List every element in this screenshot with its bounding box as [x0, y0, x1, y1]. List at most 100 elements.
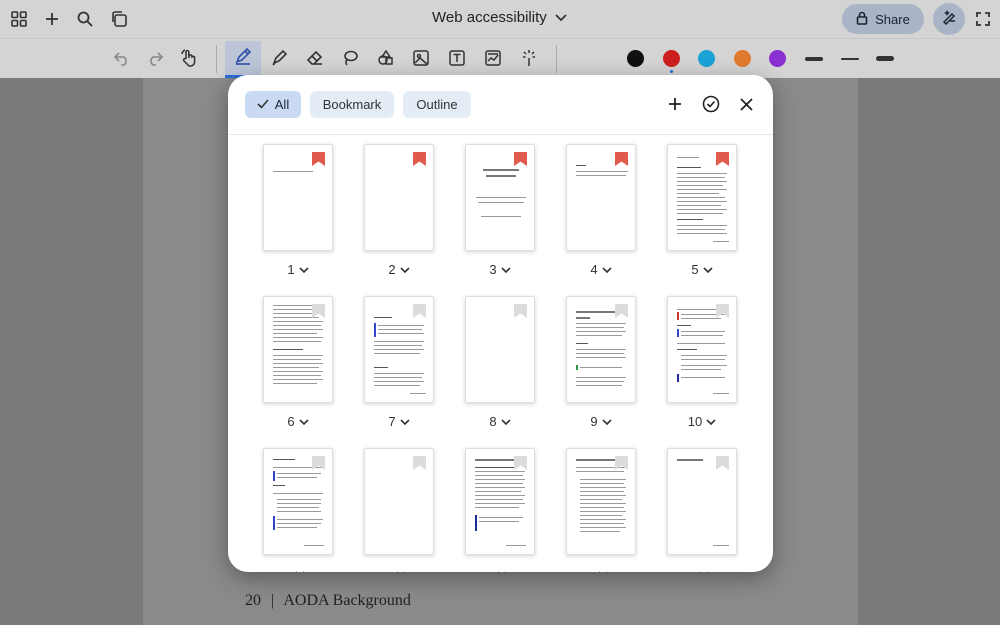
lasso-icon[interactable]	[339, 47, 361, 69]
stroke-width-thick[interactable]	[805, 57, 823, 61]
bookmark-icon[interactable]	[514, 304, 527, 318]
thumbnail-text-line	[576, 311, 616, 313]
page-number-dropdown[interactable]	[364, 566, 434, 572]
toolbar-divider	[216, 45, 217, 73]
page-number-dropdown[interactable]	[667, 566, 737, 572]
page-number-dropdown[interactable]: 5	[667, 262, 737, 277]
highlighter-icon[interactable]	[268, 47, 290, 69]
thumbnail-text-line	[681, 318, 721, 319]
ai-pen-button[interactable]	[933, 3, 965, 35]
page-thumbnail[interactable]	[566, 296, 636, 403]
page-number-dropdown[interactable]: 3	[465, 262, 535, 277]
bookmark-icon[interactable]	[312, 304, 325, 318]
thumbnail-text-line	[580, 515, 622, 516]
bookmark-icon[interactable]	[312, 456, 325, 470]
thumbnail-text-line	[576, 459, 616, 461]
bookmark-icon[interactable]	[514, 456, 527, 470]
color-swatch-black[interactable]	[627, 50, 644, 67]
page-thumbnail[interactable]	[364, 448, 434, 555]
page-number-dropdown[interactable]: 8	[465, 414, 535, 429]
bookmark-icon[interactable]	[716, 304, 729, 318]
share-button[interactable]: Share	[842, 4, 924, 34]
bookmark-icon[interactable]	[514, 152, 527, 166]
touch-icon[interactable]	[178, 47, 200, 69]
document-title-dropdown[interactable]: Web accessibility	[432, 9, 567, 26]
filter-bookmark-chip[interactable]: Bookmark	[310, 91, 394, 118]
bookmark-icon[interactable]	[312, 152, 325, 166]
bookmark-icon[interactable]	[413, 152, 426, 166]
page-number-dropdown[interactable]: 4	[566, 262, 636, 277]
pen-tool[interactable]	[225, 41, 261, 78]
page-thumbnail[interactable]	[566, 144, 636, 251]
redo-icon[interactable]	[144, 47, 166, 69]
add-icon[interactable]	[41, 8, 63, 30]
filter-outline-chip[interactable]: Outline	[403, 91, 471, 118]
bookmark-icon[interactable]	[716, 152, 729, 166]
page-number-dropdown[interactable]: 10	[667, 414, 737, 429]
thumbnail-text-line	[580, 519, 626, 520]
thumbnail-text-line	[277, 507, 319, 508]
color-swatch-red[interactable]	[663, 50, 680, 67]
search-icon[interactable]	[74, 8, 96, 30]
undo-icon[interactable]	[111, 47, 133, 69]
page-thumbnail[interactable]	[263, 296, 333, 403]
thumbnail-text-line	[506, 545, 526, 546]
page-thumbnail[interactable]	[263, 144, 333, 251]
thumbnail-text-line	[580, 531, 620, 532]
page-thumbnail[interactable]	[667, 296, 737, 403]
thumbnail-highlight-bar	[576, 365, 578, 370]
apps-grid-icon[interactable]	[8, 8, 30, 30]
fullscreen-icon[interactable]	[972, 8, 994, 30]
page-number: 6	[287, 414, 295, 429]
page-thumbnail[interactable]	[364, 296, 434, 403]
page-thumbnail[interactable]	[465, 144, 535, 251]
thumbnail-text-line	[677, 205, 721, 206]
laser-icon[interactable]	[518, 47, 540, 69]
bookmark-icon[interactable]	[615, 456, 628, 470]
chart-image-icon[interactable]	[482, 47, 504, 69]
page-number-dropdown[interactable]: 2	[364, 262, 434, 277]
page-thumbnail[interactable]	[667, 144, 737, 251]
stroke-width-bold[interactable]	[876, 56, 894, 61]
bookmark-icon[interactable]	[615, 152, 628, 166]
bookmark-icon[interactable]	[413, 304, 426, 318]
thumbnail-text-line	[677, 209, 727, 210]
image-icon[interactable]	[410, 47, 432, 69]
thumbnail-text-line	[576, 171, 628, 172]
page-thumbnail[interactable]	[263, 448, 333, 555]
page-thumbnail[interactable]	[465, 296, 535, 403]
color-swatch-blue[interactable]	[698, 50, 715, 67]
thumbnail-text-line	[378, 329, 422, 330]
thumbnail-text-line	[681, 335, 723, 336]
bookmark-icon[interactable]	[615, 304, 628, 318]
filter-all-chip[interactable]: All	[245, 91, 301, 118]
text-icon[interactable]	[446, 47, 468, 69]
page-number-dropdown[interactable]	[566, 566, 636, 572]
add-page-icon[interactable]	[664, 93, 686, 115]
thumbnail-text-line	[277, 523, 321, 524]
thumbnail-highlight-bar	[677, 374, 679, 382]
page-number-dropdown[interactable]: 1	[263, 262, 333, 277]
page-number-dropdown[interactable]	[465, 566, 535, 572]
shapes-icon[interactable]	[375, 47, 397, 69]
pages-overview-icon[interactable]	[108, 8, 130, 30]
chevron-down-icon	[602, 414, 612, 429]
page-number-dropdown[interactable]: 9	[566, 414, 636, 429]
filter-bookmark-label: Bookmark	[322, 97, 382, 112]
close-icon[interactable]	[735, 93, 757, 115]
select-check-circle-icon[interactable]	[700, 93, 722, 115]
page-thumbnail[interactable]	[667, 448, 737, 555]
page-number-dropdown[interactable]: 6	[263, 414, 333, 429]
thumbnail-text-line	[677, 459, 703, 461]
page-thumbnail[interactable]	[465, 448, 535, 555]
color-swatch-purple[interactable]	[769, 50, 786, 67]
page-number-dropdown[interactable]	[263, 566, 333, 572]
page-number-dropdown[interactable]: 7	[364, 414, 434, 429]
stroke-width-thin[interactable]	[841, 58, 859, 60]
page-thumbnail[interactable]	[566, 448, 636, 555]
bookmark-icon[interactable]	[413, 456, 426, 470]
eraser-icon[interactable]	[304, 47, 326, 69]
color-swatch-orange[interactable]	[734, 50, 751, 67]
bookmark-icon[interactable]	[716, 456, 729, 470]
page-thumbnail[interactable]	[364, 144, 434, 251]
